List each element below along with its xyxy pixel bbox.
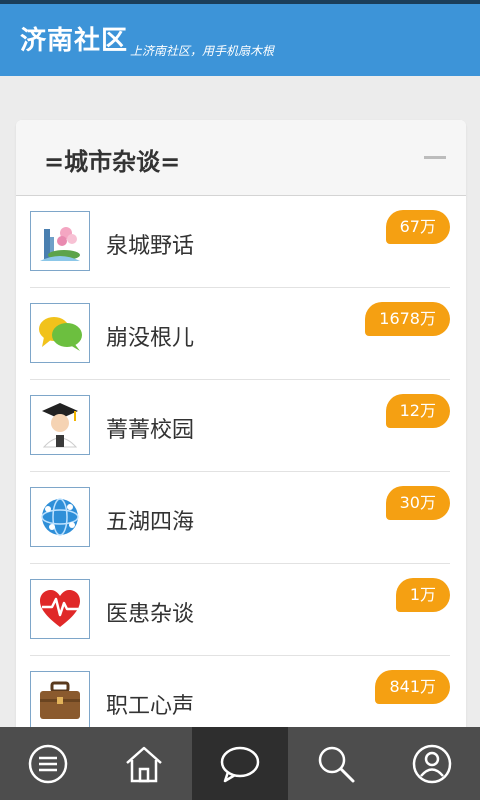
tab-profile[interactable]: [384, 727, 480, 800]
forum-item-bengmeigener[interactable]: 崩没根儿 1678万: [30, 288, 450, 380]
chat-bubble-icon: [220, 746, 260, 782]
forum-name: 泉城野话: [106, 234, 195, 259]
category-title: =城市杂谈=: [44, 148, 181, 176]
app-slogan: 上济南社区，用手机扇木根: [130, 44, 275, 58]
collapse-minus-icon[interactable]: [424, 156, 446, 159]
tab-menu[interactable]: [0, 727, 96, 800]
app-title: 济南社区: [20, 26, 129, 56]
user-profile-icon: [412, 744, 452, 783]
menu-icon: [28, 744, 68, 783]
post-count-badge: 1万: [395, 578, 450, 612]
post-count-badge: 841万: [375, 670, 450, 704]
spring-fountain-icon: [30, 211, 90, 271]
forum-name: 职工心声: [106, 694, 195, 719]
bottom-tab-bar: [0, 727, 480, 800]
forum-item-jingjing-campus[interactable]: 菁菁校园 12万: [30, 380, 450, 472]
tab-messages[interactable]: [192, 727, 288, 800]
home-icon: [126, 746, 162, 782]
tab-search[interactable]: [288, 727, 384, 800]
chat-bubbles-icon: [30, 303, 90, 363]
forum-name: 菁菁校园: [106, 418, 195, 443]
forum-list: 泉城野话 67万 崩没根儿 1678万 菁菁校园 12万 五湖四海 30万 医患…: [16, 196, 466, 740]
forum-item-yihuan[interactable]: 医患杂谈 1万: [30, 564, 450, 656]
tab-home[interactable]: [96, 727, 192, 800]
forum-name: 医患杂谈: [106, 602, 195, 627]
globe-network-icon: [30, 487, 90, 547]
forum-name: 五湖四海: [106, 510, 195, 535]
graduate-icon: [30, 395, 90, 455]
forum-item-quancheng[interactable]: 泉城野话 67万: [30, 196, 450, 288]
category-header[interactable]: =城市杂谈=: [16, 120, 466, 196]
app-header: 济南社区 上济南社区，用手机扇木根: [0, 0, 480, 76]
post-count-badge: 30万: [385, 486, 450, 520]
heart-pulse-icon: [30, 579, 90, 639]
search-icon: [318, 746, 355, 782]
post-count-badge: 1678万: [365, 302, 450, 336]
forum-name: 崩没根儿: [106, 326, 195, 351]
post-count-badge: 12万: [385, 394, 450, 428]
briefcase-icon: [30, 671, 90, 731]
forum-category-card: =城市杂谈= 泉城野话 67万 崩没根儿 1678万 菁菁校园 12万 五湖四海…: [16, 120, 466, 740]
post-count-badge: 67万: [385, 210, 450, 244]
forum-item-wuhusihai[interactable]: 五湖四海 30万: [30, 472, 450, 564]
